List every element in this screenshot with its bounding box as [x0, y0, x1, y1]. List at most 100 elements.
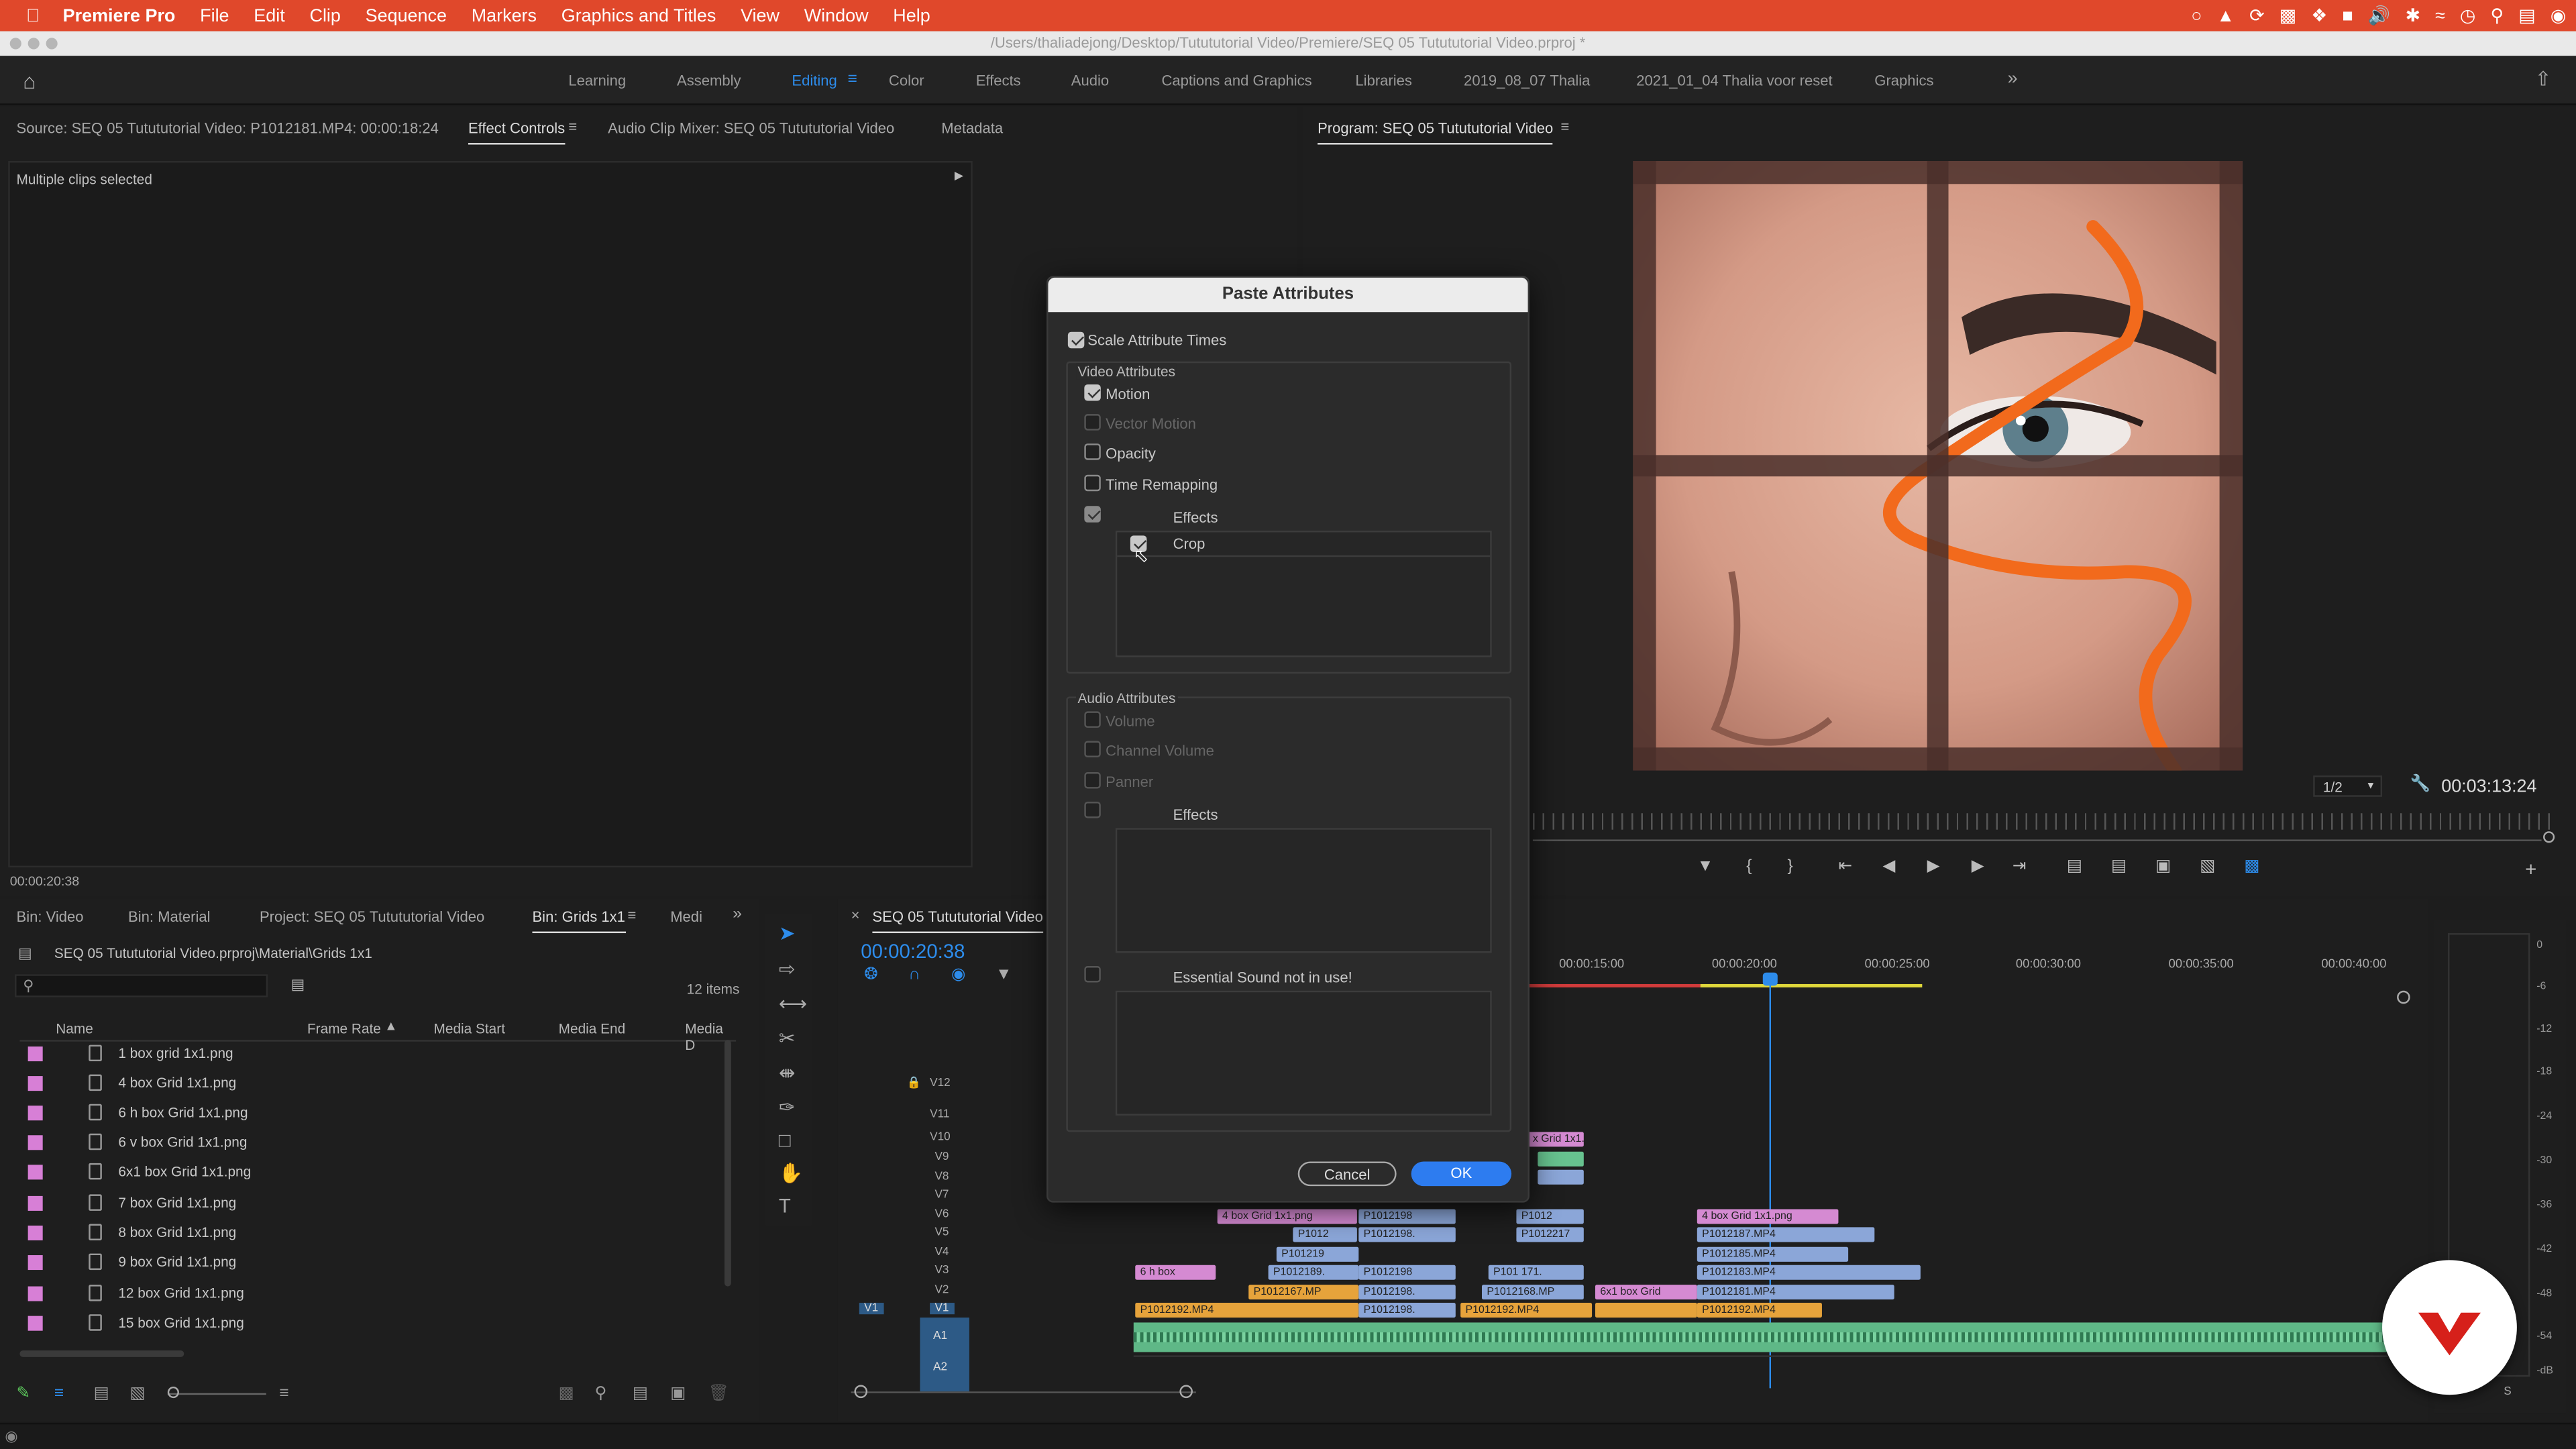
- scrubber-end-handle[interactable]: [2543, 831, 2555, 843]
- app-menu[interactable]: Premiere Pro: [63, 6, 176, 25]
- home-icon[interactable]: ⌂: [23, 69, 36, 94]
- expand-arrow-icon[interactable]: ▶: [955, 169, 963, 182]
- program-title[interactable]: Program: SEQ 05 Tutututorial Video: [1318, 120, 1554, 145]
- more-workspaces-icon[interactable]: »: [2008, 69, 2018, 89]
- workspace-thalia-2021[interactable]: 2021_01_04 Thalia voor reset: [1636, 72, 1832, 89]
- list-view-icon[interactable]: ≡: [54, 1385, 64, 1403]
- display-icon[interactable]: ▩: [2279, 5, 2296, 26]
- track-lock-icon[interactable]: 🔒: [907, 1076, 921, 1089]
- control-center-icon[interactable]: ▤: [2518, 5, 2535, 26]
- motion-checkbox[interactable]: [1084, 384, 1101, 401]
- timeline-clip[interactable]: P1012187.MP4: [1697, 1227, 1875, 1242]
- playhead-handle[interactable]: [1762, 972, 1778, 986]
- opacity-checkbox[interactable]: [1084, 443, 1101, 460]
- timeline-ruler[interactable]: 00:00:15:00 00:00:20:00 00:00:25:00 00:0…: [1527, 956, 2424, 989]
- close-sequence-icon[interactable]: ×: [851, 907, 860, 923]
- clock-icon[interactable]: ◷: [2460, 5, 2476, 26]
- snap-icon[interactable]: ∩: [908, 966, 920, 984]
- bin-hscrollbar[interactable]: [19, 1350, 184, 1357]
- tab-bin-material[interactable]: Bin: Material: [128, 908, 211, 924]
- creative-cloud-icon[interactable]: ○: [2191, 6, 2202, 25]
- workspace-libraries[interactable]: Libraries: [1355, 72, 1412, 89]
- volume-checkbox[interactable]: [1084, 711, 1101, 728]
- tab-bin-grids[interactable]: Bin: Grids 1x1: [532, 908, 625, 934]
- workspace-editing[interactable]: Editing: [792, 72, 837, 89]
- cancel-button[interactable]: Cancel: [1297, 1161, 1397, 1187]
- timeline-clip[interactable]: P1012192.MP4: [1697, 1303, 1822, 1318]
- workspace-learning[interactable]: Learning: [568, 72, 626, 89]
- menu-view[interactable]: View: [741, 6, 780, 25]
- close-window-button[interactable]: [9, 38, 21, 50]
- app-icon[interactable]: ■: [2343, 6, 2353, 25]
- bin-search-input[interactable]: ⚲: [15, 974, 268, 998]
- workspace-menu-icon[interactable]: ≡: [848, 70, 857, 89]
- razor-tool-icon[interactable]: ✂: [779, 1027, 796, 1050]
- more-tabs-icon[interactable]: »: [733, 905, 742, 923]
- extract-icon[interactable]: ▤: [2111, 857, 2127, 875]
- timeline-clip[interactable]: P101219: [1276, 1246, 1359, 1262]
- status-icon[interactable]: ◉: [5, 1428, 17, 1446]
- menu-sequence[interactable]: Sequence: [366, 6, 447, 25]
- sort-up-icon[interactable]: ▲: [384, 1018, 397, 1033]
- audio-effects-checkbox[interactable]: [1084, 802, 1101, 818]
- timeline-clip[interactable]: 4 box Grid 1x1.png: [1697, 1209, 1839, 1224]
- panel-menu-icon[interactable]: ≡: [568, 118, 577, 134]
- list-item[interactable]: 12 box Grid 1x1.png: [19, 1280, 726, 1309]
- tab-sequence[interactable]: SEQ 05 Tutututorial Video: [872, 908, 1043, 934]
- zoom-slider[interactable]: [167, 1393, 266, 1395]
- timeline-clip[interactable]: P1012198.: [1358, 1285, 1456, 1300]
- timeline-clip[interactable]: P1012192.MP4: [1460, 1303, 1593, 1318]
- col-media-end[interactable]: Media End: [559, 1020, 626, 1036]
- share-icon[interactable]: ⇧: [2535, 67, 2552, 90]
- list-item[interactable]: 7 box Grid 1x1.png: [19, 1189, 726, 1219]
- tab-audio-clip-mixer[interactable]: Audio Clip Mixer: SEQ 05 Tutututorial Vi…: [608, 120, 894, 136]
- tab-metadata[interactable]: Metadata: [941, 120, 1003, 136]
- list-item[interactable]: 8 box Grid 1x1.png: [19, 1219, 726, 1248]
- nest-icon[interactable]: ❂: [864, 966, 878, 984]
- add-marker-icon[interactable]: ▼: [996, 966, 1012, 984]
- timeline-clip[interactable]: P1012: [1516, 1209, 1584, 1224]
- audio-clip-a1[interactable]: [1133, 1322, 2399, 1352]
- minimize-window-button[interactable]: [28, 38, 40, 50]
- tab-source[interactable]: Source: SEQ 05 Tutututorial Video: P1012…: [16, 120, 438, 136]
- new-bin-icon[interactable]: ▤: [633, 1385, 648, 1403]
- search-icon[interactable]: ⚲: [2490, 5, 2504, 26]
- workspace-assembly[interactable]: Assembly: [677, 72, 741, 89]
- menu-clip[interactable]: Clip: [309, 6, 340, 25]
- apple-icon[interactable]: : [26, 6, 40, 25]
- bin-menu-icon[interactable]: ≡: [628, 907, 637, 923]
- play-icon[interactable]: ▶: [1927, 857, 1940, 875]
- lift-icon[interactable]: ▤: [2067, 857, 2082, 875]
- timeline-clip[interactable]: [1595, 1303, 1697, 1318]
- wrench-icon[interactable]: 🔧: [2410, 775, 2430, 794]
- timeline-clip[interactable]: [1538, 1169, 1584, 1185]
- menu-edit[interactable]: Edit: [254, 6, 284, 25]
- track-label-v1[interactable]: V1: [930, 1303, 954, 1315]
- list-item[interactable]: 6 h box Grid 1x1.png: [19, 1099, 726, 1128]
- ripple-edit-tool-icon[interactable]: ⟷: [779, 992, 807, 1015]
- wifi-icon[interactable]: ≈: [2435, 6, 2445, 25]
- timeline-hscroll[interactable]: [851, 1391, 1196, 1393]
- step-forward-icon[interactable]: ▶: [1972, 857, 1984, 875]
- timeline-clip[interactable]: P1012217: [1516, 1227, 1584, 1242]
- bin-scrollbar[interactable]: [724, 1040, 731, 1287]
- trash-icon[interactable]: 🗑: [708, 1385, 729, 1403]
- panner-checkbox[interactable]: [1084, 772, 1101, 789]
- timeline-vscroll-handle[interactable]: [2397, 990, 2410, 1004]
- timeline-clip[interactable]: P1012198.: [1358, 1227, 1456, 1242]
- timeline-clip[interactable]: [1538, 1151, 1584, 1167]
- workspace-color[interactable]: Color: [889, 72, 924, 89]
- essential-sound-checkbox[interactable]: [1084, 966, 1101, 983]
- timeline-clip[interactable]: P101 171.: [1488, 1265, 1584, 1280]
- timeline-clip[interactable]: P1012198: [1358, 1209, 1456, 1224]
- timeline-clip[interactable]: P1012181.MP4: [1697, 1285, 1894, 1300]
- mark-in-icon[interactable]: {: [1746, 857, 1752, 875]
- list-item[interactable]: 6 v box Grid 1x1.png: [19, 1128, 726, 1158]
- col-name[interactable]: Name: [56, 1020, 93, 1036]
- scale-attribute-times-checkbox[interactable]: [1067, 331, 1085, 349]
- tab-bin-video[interactable]: Bin: Video: [16, 908, 83, 924]
- source-patch-v1[interactable]: V1: [859, 1303, 883, 1315]
- dropbox-icon[interactable]: ❖: [2311, 5, 2327, 26]
- menu-help[interactable]: Help: [893, 6, 930, 25]
- list-item[interactable]: 6x1 box Grid 1x1.png: [19, 1159, 726, 1188]
